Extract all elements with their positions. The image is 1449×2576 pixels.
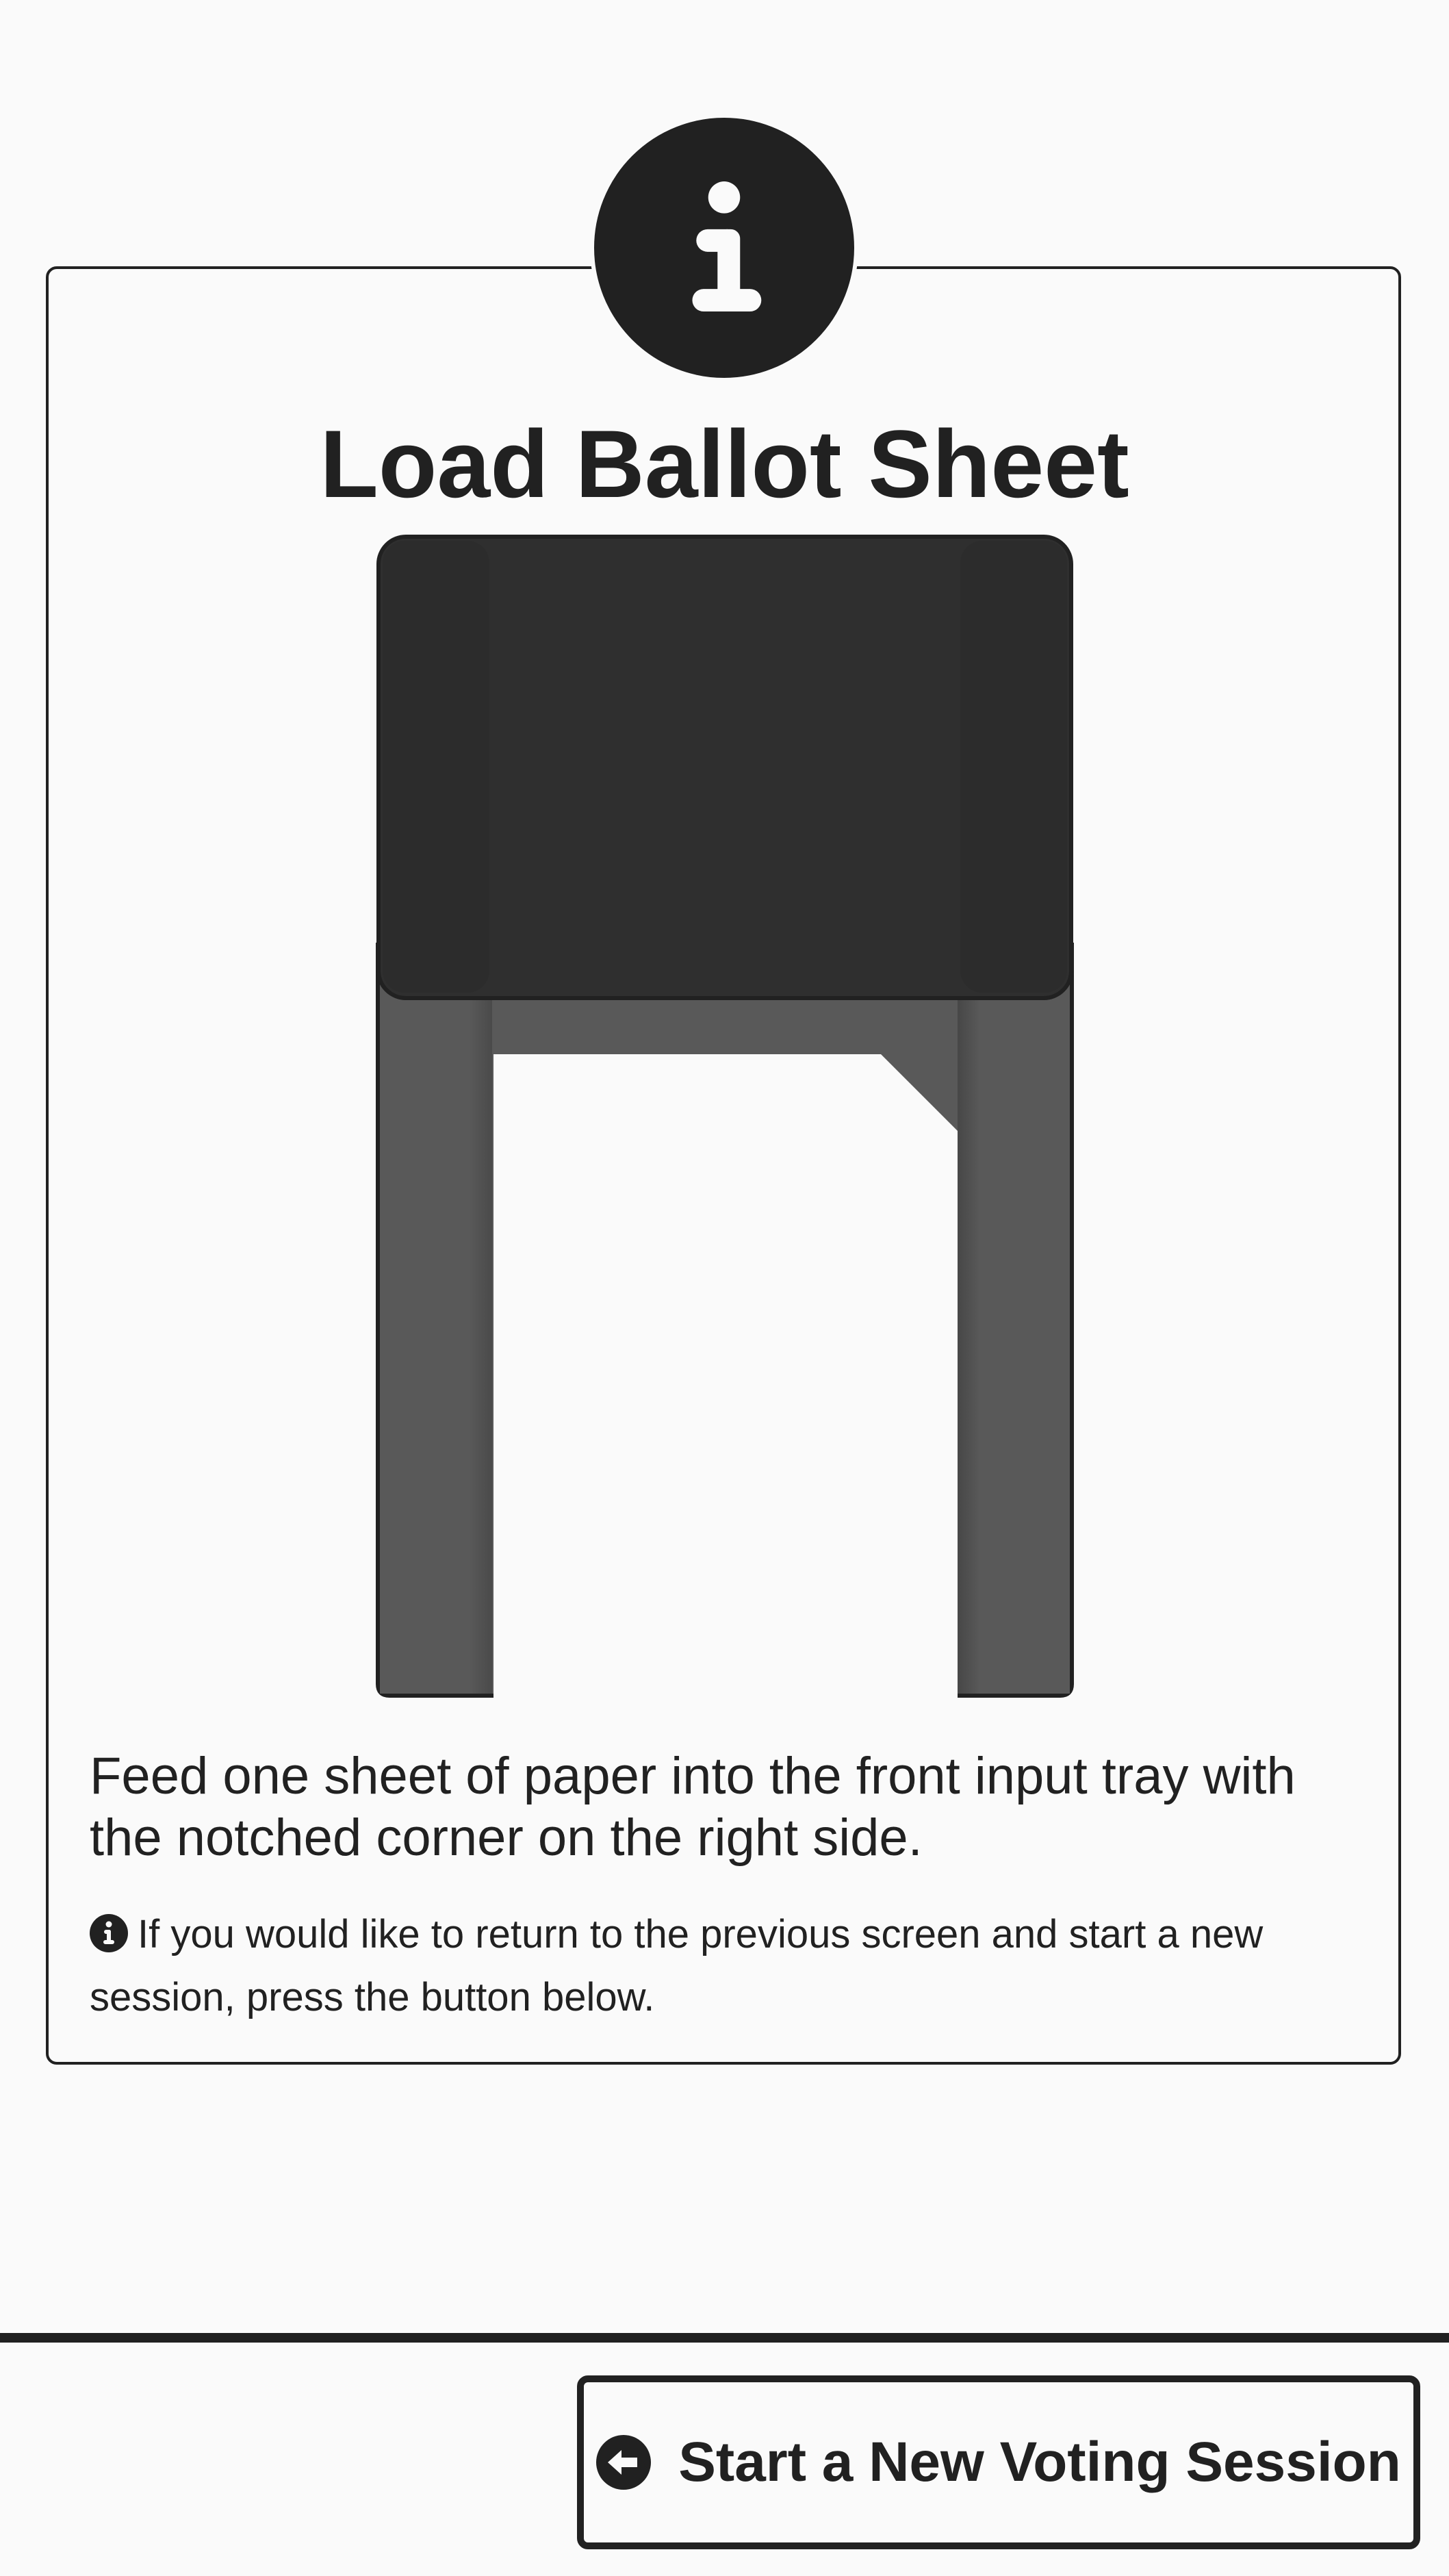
note-text: If you would like to return to the previ… <box>90 1903 1363 2029</box>
paper-sheet <box>493 1054 958 1698</box>
arrow-circle-left-icon <box>596 2435 652 2490</box>
instructions-text: Feed one sheet of paper into the front i… <box>90 1747 1296 1867</box>
note-label: If you would like to return to the previ… <box>90 1912 1264 2019</box>
tray-right-rail <box>958 945 1070 1694</box>
info-icon <box>692 181 762 312</box>
tray-left-rail <box>380 945 492 1694</box>
start-new-session-label: Start a New Voting Session <box>678 2431 1401 2493</box>
start-new-session-button[interactable]: Start a New Voting Session <box>577 2375 1420 2549</box>
info-circle-icon <box>90 1914 128 1952</box>
ballot-tray-illustration <box>376 535 1074 1698</box>
footer-divider <box>0 2333 1449 2343</box>
info-badge <box>590 114 858 382</box>
page-title: Load Ballot Sheet <box>320 410 1129 518</box>
